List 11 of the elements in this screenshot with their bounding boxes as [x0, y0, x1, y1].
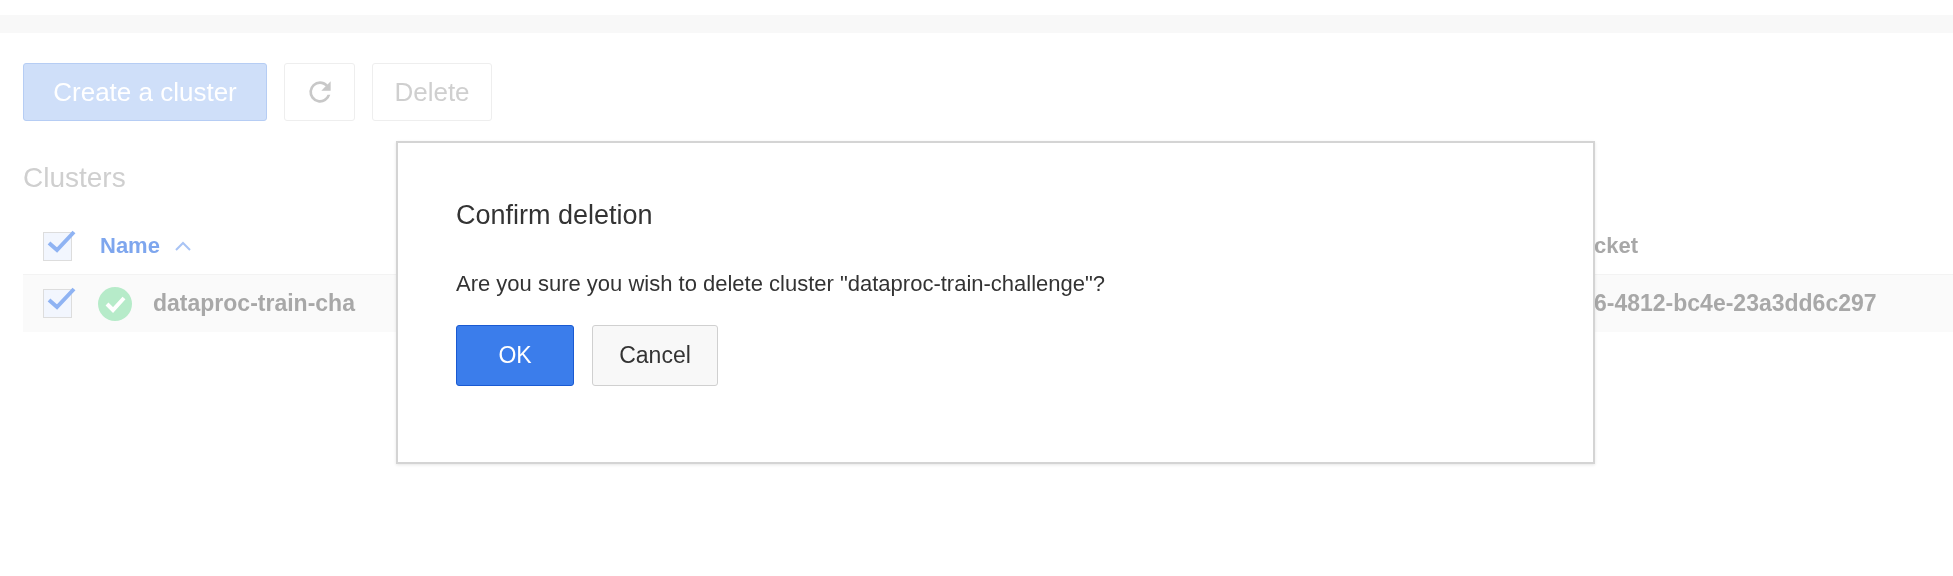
ok-button[interactable]: OK [456, 325, 574, 386]
refresh-button[interactable] [284, 63, 355, 121]
column-header[interactable]: cket [1594, 233, 1639, 259]
checkmark-icon [46, 229, 76, 254]
table-cell: 6-4812-bc4e-23a3dd6c297 [1594, 290, 1877, 317]
dialog-message: Are you sure you wish to delete cluster "dataproc-train-challenge"? [456, 271, 1107, 297]
dialog-title: Confirm deletion [456, 200, 654, 231]
cancel-button[interactable]: Cancel [592, 325, 718, 386]
table-cell: dataproc-train-cha [153, 290, 355, 317]
column-header[interactable]: Name [100, 233, 160, 259]
checkmark-icon [46, 287, 76, 311]
